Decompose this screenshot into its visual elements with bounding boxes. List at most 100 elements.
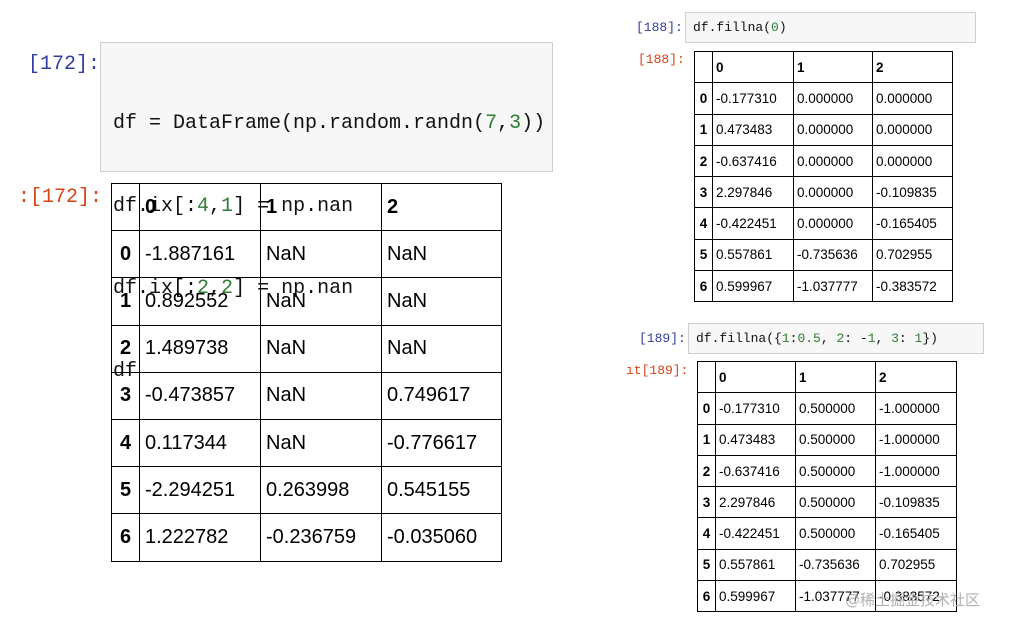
table-cell: 0.000000 bbox=[793, 144, 873, 178]
row-index: 3 bbox=[697, 486, 716, 519]
table-cell: -0.109835 bbox=[872, 176, 953, 209]
table-cell: 0.500000 bbox=[795, 392, 876, 425]
index-header bbox=[111, 182, 140, 232]
row-index: 2 bbox=[694, 144, 713, 178]
column-header: 2 bbox=[872, 50, 953, 84]
cell-172-code-area[interactable]: df = DataFrame(np.random.randn(7,3)) df.… bbox=[100, 42, 553, 383]
cell-188-code-area[interactable]: df.fillna(0) bbox=[685, 12, 976, 43]
table-cell: -1.000000 bbox=[875, 423, 957, 456]
table-cell: 2.297846 bbox=[712, 176, 794, 209]
column-header: 1 bbox=[260, 182, 382, 232]
table-cell: 0.000000 bbox=[793, 82, 873, 115]
table-row: 1 0.892552 NaN NaN bbox=[111, 277, 502, 326]
table-cell: 0.117344 bbox=[139, 418, 261, 468]
row-index: 3 bbox=[694, 176, 713, 209]
table-row: 6 1.222782 -0.236759 -0.035060 bbox=[111, 513, 502, 562]
column-header: 1 bbox=[793, 50, 873, 84]
cell-172-out-prompt: :[172]: bbox=[18, 186, 103, 209]
cell-188-out-prompt: [188]: bbox=[638, 52, 685, 67]
table-row: 1 0.473483 0.500000 -1.000000 bbox=[697, 423, 957, 456]
table-cell: 0.599967 bbox=[715, 580, 796, 613]
row-index: 0 bbox=[694, 82, 713, 115]
table-row: 0 -0.177310 0.500000 -1.000000 bbox=[697, 392, 957, 425]
column-header: 1 bbox=[795, 360, 876, 394]
table-row: 6 0.599967 -1.037777 -0.383572 bbox=[694, 270, 953, 303]
table-cell: 0.000000 bbox=[872, 113, 953, 146]
table-row: 4 -0.422451 0.500000 -0.165405 bbox=[697, 517, 957, 550]
table-cell: NaN bbox=[381, 277, 502, 326]
row-index: 5 bbox=[694, 238, 713, 272]
table-cell: 1.222782 bbox=[139, 513, 261, 562]
row-index: 1 bbox=[111, 277, 140, 326]
row-index: 0 bbox=[697, 392, 716, 425]
table-cell: -0.109835 bbox=[875, 486, 957, 519]
row-index: 4 bbox=[697, 517, 716, 550]
row-index: 0 bbox=[111, 230, 140, 279]
table-cell: 0.545155 bbox=[381, 466, 502, 515]
table-cell: 0.702955 bbox=[872, 238, 953, 272]
table-cell: -0.637416 bbox=[715, 454, 796, 488]
table-cell: NaN bbox=[260, 230, 382, 279]
table-cell: 0.473483 bbox=[712, 113, 794, 146]
table-cell: 0.500000 bbox=[795, 454, 876, 488]
table-cell: 0.500000 bbox=[795, 486, 876, 519]
table-cell: -0.383572 bbox=[872, 270, 953, 303]
table-row: 0 -0.177310 0.000000 0.000000 bbox=[694, 82, 953, 115]
table-cell: -0.177310 bbox=[715, 392, 796, 425]
table-cell: 0.000000 bbox=[793, 207, 873, 240]
column-header: 0 bbox=[712, 50, 794, 84]
table-cell: 0.500000 bbox=[795, 423, 876, 456]
cell-189-code-area[interactable]: df.fillna({1:0.5, 2: -1, 3: 1}) bbox=[688, 323, 984, 354]
row-index: 4 bbox=[694, 207, 713, 240]
table-cell: -0.165405 bbox=[872, 207, 953, 240]
table-cell: NaN bbox=[260, 418, 382, 468]
table-cell: 1.489738 bbox=[139, 324, 261, 373]
table-cell: -1.037777 bbox=[793, 270, 873, 303]
table-cell: -1.000000 bbox=[875, 454, 957, 488]
row-index: 2 bbox=[111, 324, 140, 373]
table-row: 3 2.297846 0.000000 -0.109835 bbox=[694, 176, 953, 209]
table-cell: -0.473857 bbox=[139, 371, 261, 420]
table-row: 4 -0.422451 0.000000 -0.165405 bbox=[694, 207, 953, 240]
table-row: 3 -0.473857 NaN 0.749617 bbox=[111, 371, 502, 420]
column-header: 2 bbox=[875, 360, 957, 394]
header-row: 0 1 2 bbox=[111, 182, 502, 232]
table-cell: NaN bbox=[260, 277, 382, 326]
dataframe-output-188: 0 1 2 0 -0.177310 0.000000 0.000000 1 0.47348… bbox=[694, 50, 953, 303]
table-cell: -0.735636 bbox=[795, 548, 876, 582]
table-row: 3 2.297846 0.500000 -0.109835 bbox=[697, 486, 957, 519]
table-cell: 0.500000 bbox=[795, 517, 876, 550]
table-cell: -2.294251 bbox=[139, 466, 261, 515]
row-index: 6 bbox=[111, 513, 140, 562]
row-index: 5 bbox=[697, 548, 716, 582]
table-cell: 0.000000 bbox=[872, 144, 953, 178]
index-header bbox=[697, 360, 716, 394]
table-cell: -0.637416 bbox=[712, 144, 794, 178]
watermark-text: @稀土掘金技术社区 bbox=[845, 591, 981, 609]
row-index: 4 bbox=[111, 418, 140, 468]
dataframe-output-189: 0 1 2 0 -0.177310 0.500000 -1.000000 1 0.4734… bbox=[697, 360, 957, 613]
table-row: 2 -0.637416 0.500000 -1.000000 bbox=[697, 454, 957, 488]
table-cell: NaN bbox=[381, 230, 502, 279]
table-cell: 0.892552 bbox=[139, 277, 261, 326]
table-cell: 0.000000 bbox=[793, 176, 873, 209]
table-cell: -0.422451 bbox=[712, 207, 794, 240]
table-cell: -0.165405 bbox=[875, 517, 957, 550]
table-cell: -1.000000 bbox=[875, 392, 957, 425]
table-row: 2 1.489738 NaN NaN bbox=[111, 324, 502, 373]
column-header: 2 bbox=[381, 182, 502, 232]
header-row: 0 1 2 bbox=[694, 50, 953, 84]
cell-189-out-prompt: ıt[189]: bbox=[626, 363, 689, 378]
row-index: 6 bbox=[697, 580, 716, 613]
row-index: 3 bbox=[111, 371, 140, 420]
dataframe-output-172: 0 1 2 0 -1.887161 NaN NaN 1 0.892552 NaN NaN 2 1.… bbox=[111, 182, 502, 562]
cell-189-in-prompt: [189]: bbox=[639, 331, 686, 346]
table-cell: -0.422451 bbox=[715, 517, 796, 550]
table-row: 1 0.473483 0.000000 0.000000 bbox=[694, 113, 953, 146]
table-row: 5 0.557861 -0.735636 0.702955 bbox=[694, 238, 953, 272]
table-cell: 0.000000 bbox=[793, 113, 873, 146]
code-line: df = DataFrame(np.random.randn(7,3)) bbox=[113, 112, 546, 135]
header-row: 0 1 2 bbox=[697, 360, 957, 394]
table-cell: 0.263998 bbox=[260, 466, 382, 515]
table-cell: 0.749617 bbox=[381, 371, 502, 420]
